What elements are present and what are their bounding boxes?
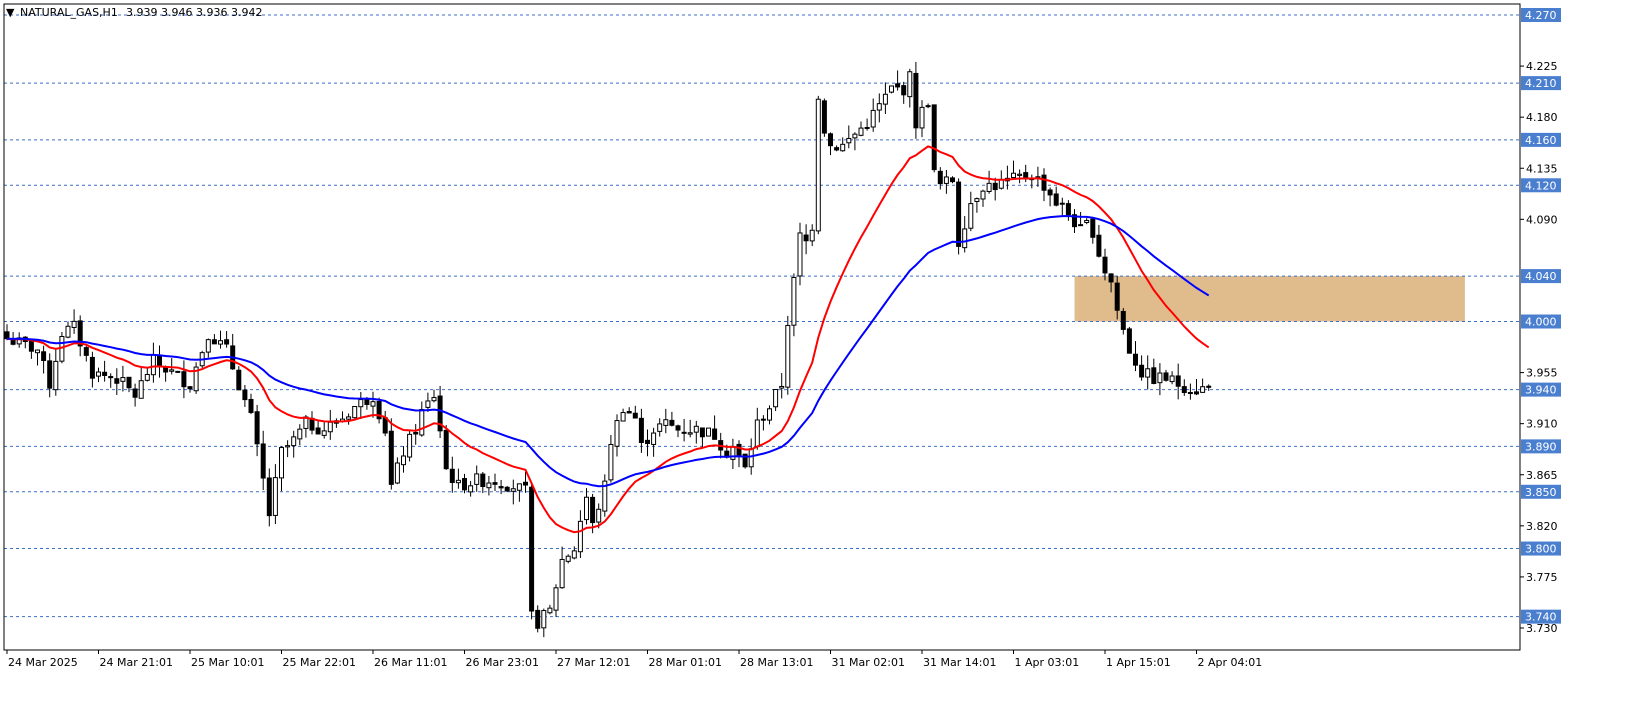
time-tick-label: 25 Mar 10:01 [191,656,264,669]
price-tick-label: 3.910 [1526,418,1558,431]
candle [706,427,711,437]
candle [931,104,937,173]
candle [443,425,449,470]
candle [407,429,413,462]
supply-zone-rect[interactable] [1074,276,1465,322]
svg-text:3.850: 3.850 [1525,486,1557,499]
svg-text:3.800: 3.800 [1525,543,1557,556]
svg-text:4.270: 4.270 [1525,9,1557,22]
level-price-label[interactable]: 3.740 [1521,609,1561,624]
time-tick-label: 26 Mar 23:01 [466,656,539,669]
candle [956,178,962,255]
header-arrow-icon[interactable]: ▼ [6,6,15,19]
price-tick-label: 3.820 [1526,520,1558,533]
price-tick-label: 4.090 [1526,213,1558,226]
level-price-label[interactable]: 4.210 [1521,76,1561,91]
price-tick-label: 3.775 [1526,571,1558,584]
level-price-label[interactable]: 4.160 [1521,132,1561,147]
price-tick-label: 3.865 [1526,469,1558,482]
header-symbol: NATURAL_GAS,H1 [20,6,118,19]
chart-window[interactable]: 4.225 4.180 4.135 4.090 3.955 3.910 3.865 3.820… [0,0,1651,708]
header-ohlc: 3.939 3.946 3.936 3.942 [126,6,262,19]
time-tick-label: 25 Mar 22:01 [283,656,356,669]
svg-text:4.160: 4.160 [1525,134,1557,147]
svg-text:3.890: 3.890 [1525,440,1557,453]
time-tick-label: 26 Mar 11:01 [374,656,447,669]
time-tick-label: 24 Mar 2025 [8,656,78,669]
svg-text:3.740: 3.740 [1525,611,1557,624]
level-price-label[interactable]: 3.940 [1521,382,1561,397]
svg-text:4.120: 4.120 [1525,179,1557,192]
time-tick-label: 1 Apr 15:01 [1106,656,1171,669]
svg-text:4.210: 4.210 [1525,77,1557,90]
level-price-label[interactable]: 3.850 [1521,484,1561,499]
candle [602,474,608,517]
price-tick-label: 4.135 [1526,162,1558,175]
candle [889,85,894,94]
chart-header: ▼ NATURAL_GAS,H1 3.939 3.946 3.936 3.942 [6,6,262,19]
svg-text:4.040: 4.040 [1525,270,1557,283]
candle [504,485,510,493]
time-tick-label: 1 Apr 03:01 [1015,656,1080,669]
time-tick-label: 31 Mar 02:01 [832,656,905,669]
price-tick-label: 3.730 [1526,622,1558,635]
price-chart[interactable]: 4.225 4.180 4.135 4.090 3.955 3.910 3.865 3.820… [0,0,1651,708]
level-price-label[interactable]: 4.000 [1521,314,1561,329]
time-tick-label: 27 Mar 12:01 [557,656,630,669]
candle [529,483,535,620]
svg-text:4.000: 4.000 [1525,316,1557,329]
time-tick-label: 24 Mar 21:01 [100,656,173,669]
candle [785,315,791,395]
candle [352,406,358,419]
price-tick-label: 3.955 [1526,367,1558,380]
level-price-label[interactable]: 4.120 [1521,178,1561,193]
candle [1126,326,1132,354]
time-tick-label: 2 Apr 04:01 [1198,656,1263,669]
level-price-label[interactable]: 4.270 [1521,8,1561,22]
level-price-label[interactable]: 4.040 [1521,269,1561,284]
level-price-label[interactable]: 3.890 [1521,439,1561,454]
candle [193,362,199,394]
candle [175,370,181,373]
svg-text:3.940: 3.940 [1525,384,1557,397]
price-tick-label: 4.180 [1526,111,1558,124]
time-tick-label: 28 Mar 13:01 [740,656,813,669]
candle [821,98,827,137]
time-tick-label: 28 Mar 01:01 [649,656,722,669]
candle [815,95,821,235]
price-tick-label: 4.225 [1526,60,1558,73]
time-tick-label: 31 Mar 14:01 [923,656,996,669]
level-price-label[interactable]: 3.800 [1521,541,1561,556]
candle [913,61,919,139]
